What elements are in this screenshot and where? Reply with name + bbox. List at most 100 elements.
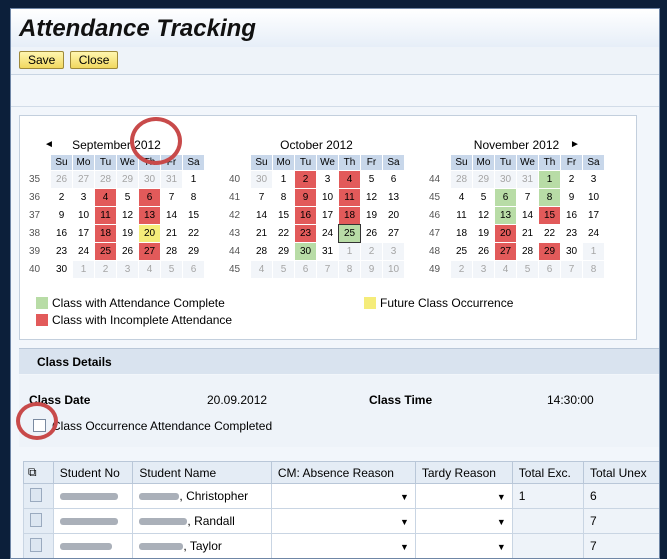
calendar-day[interactable]: 3 bbox=[473, 261, 494, 278]
calendar-day[interactable]: 24 bbox=[317, 225, 338, 242]
calendar-day[interactable]: 1 bbox=[273, 171, 294, 188]
col-student-name[interactable]: Student Name bbox=[132, 461, 272, 484]
calendar-day[interactable]: 24 bbox=[73, 243, 94, 260]
calendar-day[interactable]: 2 bbox=[451, 261, 472, 278]
calendar-day[interactable]: 30 bbox=[51, 261, 72, 278]
calendar-day[interactable]: 4 bbox=[139, 261, 160, 278]
calendar-day[interactable]: 21 bbox=[517, 225, 538, 242]
calendar-day[interactable]: 27 bbox=[139, 243, 160, 260]
calendar-day[interactable]: 8 bbox=[183, 189, 204, 206]
absence-reason-select[interactable]: ▼ bbox=[270, 483, 416, 509]
calendar-day[interactable]: 4 bbox=[95, 189, 116, 206]
calendar-day[interactable]: 9 bbox=[361, 261, 382, 278]
calendar-day[interactable]: 15 bbox=[273, 207, 294, 224]
chevron-down-icon[interactable]: ▼ bbox=[422, 542, 512, 552]
row-selector[interactable] bbox=[23, 508, 54, 534]
calendar-day[interactable]: 5 bbox=[517, 261, 538, 278]
row-selector[interactable] bbox=[23, 533, 54, 558]
calendar-day[interactable]: 3 bbox=[117, 261, 138, 278]
calendar-day[interactable]: 7 bbox=[161, 189, 182, 206]
calendar-day[interactable]: 30 bbox=[139, 171, 160, 188]
calendar-day[interactable]: 8 bbox=[273, 189, 294, 206]
calendar-day[interactable]: 24 bbox=[583, 225, 604, 242]
calendar-day[interactable]: 3 bbox=[383, 243, 404, 260]
calendar-day[interactable]: 17 bbox=[583, 207, 604, 224]
calendar-day[interactable]: 6 bbox=[383, 171, 404, 188]
calendar-day[interactable]: 11 bbox=[339, 189, 360, 206]
calendar-day[interactable]: 20 bbox=[383, 207, 404, 224]
calendar-day[interactable]: 19 bbox=[473, 225, 494, 242]
row-select-handle[interactable] bbox=[30, 537, 42, 552]
calendar-day[interactable]: 23 bbox=[561, 225, 582, 242]
calendar-day[interactable]: 14 bbox=[161, 207, 182, 224]
row-select-handle[interactable] bbox=[30, 512, 42, 527]
calendar-day[interactable]: 18 bbox=[451, 225, 472, 242]
calendar-day[interactable]: 8 bbox=[339, 261, 360, 278]
calendar-day[interactable]: 22 bbox=[539, 225, 560, 242]
chevron-down-icon[interactable]: ▼ bbox=[422, 492, 512, 502]
calendar-day[interactable]: 29 bbox=[273, 243, 294, 260]
col-total-exc[interactable]: Total Exc. bbox=[511, 461, 584, 484]
calendar-day[interactable]: 26 bbox=[361, 225, 382, 242]
calendar-day[interactable]: 7 bbox=[317, 261, 338, 278]
calendar-day[interactable]: 5 bbox=[361, 171, 382, 188]
calendar-day[interactable]: 27 bbox=[383, 225, 404, 242]
calendar-day[interactable]: 26 bbox=[51, 171, 72, 188]
calendar-day[interactable]: 6 bbox=[139, 189, 160, 206]
calendar-day[interactable]: 16 bbox=[295, 207, 316, 224]
calendar-day[interactable]: 26 bbox=[473, 243, 494, 260]
calendar-day[interactable]: 7 bbox=[251, 189, 272, 206]
calendar-day[interactable]: 9 bbox=[561, 189, 582, 206]
calendar-day[interactable]: 28 bbox=[517, 243, 538, 260]
calendar-day[interactable]: 14 bbox=[251, 207, 272, 224]
calendar-day[interactable]: 23 bbox=[295, 225, 316, 242]
calendar-day[interactable]: 27 bbox=[73, 171, 94, 188]
calendar-day[interactable]: 1 bbox=[539, 171, 560, 188]
calendar-day[interactable]: 3 bbox=[73, 189, 94, 206]
calendar-day[interactable]: 15 bbox=[539, 207, 560, 224]
calendar-day[interactable]: 10 bbox=[583, 189, 604, 206]
calendar-day[interactable]: 28 bbox=[95, 171, 116, 188]
calendar-day[interactable]: 13 bbox=[495, 207, 516, 224]
row-selector[interactable] bbox=[23, 483, 54, 509]
calendar-day[interactable]: 6 bbox=[539, 261, 560, 278]
calendar-day[interactable]: 3 bbox=[317, 171, 338, 188]
absence-reason-select[interactable]: ▼ bbox=[270, 533, 416, 558]
col-student-no[interactable]: Student No bbox=[52, 461, 134, 484]
calendar-day[interactable]: 29 bbox=[473, 171, 494, 188]
calendar-day[interactable]: 4 bbox=[495, 261, 516, 278]
calendar-day[interactable]: 2 bbox=[361, 243, 382, 260]
calendar-day[interactable]: 3 bbox=[583, 171, 604, 188]
calendar-day[interactable]: 9 bbox=[295, 189, 316, 206]
tardy-reason-select[interactable]: ▼ bbox=[414, 508, 513, 534]
col-absence-reason[interactable]: CM: Absence Reason bbox=[270, 461, 416, 484]
calendar-day[interactable]: 6 bbox=[495, 189, 516, 206]
row-select-handle[interactable] bbox=[30, 487, 42, 502]
col-tardy-reason[interactable]: Tardy Reason bbox=[414, 461, 513, 484]
calendar-day[interactable]: 25 bbox=[451, 243, 472, 260]
calendar-day[interactable]: 28 bbox=[161, 243, 182, 260]
calendar-day[interactable]: 12 bbox=[361, 189, 382, 206]
calendar-day[interactable]: 29 bbox=[539, 243, 560, 260]
calendar-day[interactable]: 19 bbox=[117, 225, 138, 242]
calendar-day[interactable]: 20 bbox=[495, 225, 516, 242]
chevron-down-icon[interactable]: ▼ bbox=[278, 492, 415, 502]
calendar-day[interactable]: 1 bbox=[183, 171, 204, 188]
calendar-day[interactable]: 2 bbox=[295, 171, 316, 188]
calendar-day[interactable]: 31 bbox=[161, 171, 182, 188]
calendar-day[interactable]: 30 bbox=[251, 171, 272, 188]
calendar-day[interactable]: 2 bbox=[95, 261, 116, 278]
save-button[interactable]: Save bbox=[19, 51, 65, 69]
calendar-day[interactable]: 30 bbox=[561, 243, 582, 260]
calendar-day[interactable]: 31 bbox=[317, 243, 338, 260]
calendar-day[interactable]: 7 bbox=[517, 189, 538, 206]
table-row[interactable]: , Randall ▼ ▼ 7 bbox=[23, 508, 659, 534]
calendar-day[interactable]: 25 bbox=[338, 224, 361, 243]
calendar-day[interactable]: 5 bbox=[117, 189, 138, 206]
calendar-day[interactable]: 7 bbox=[561, 261, 582, 278]
table-row[interactable]: , Taylor ▼ ▼ 7 bbox=[23, 533, 659, 558]
calendar-day[interactable]: 1 bbox=[583, 243, 604, 260]
calendar-day[interactable]: 31 bbox=[517, 171, 538, 188]
calendar-day[interactable]: 4 bbox=[339, 171, 360, 188]
calendar-day[interactable]: 12 bbox=[117, 207, 138, 224]
